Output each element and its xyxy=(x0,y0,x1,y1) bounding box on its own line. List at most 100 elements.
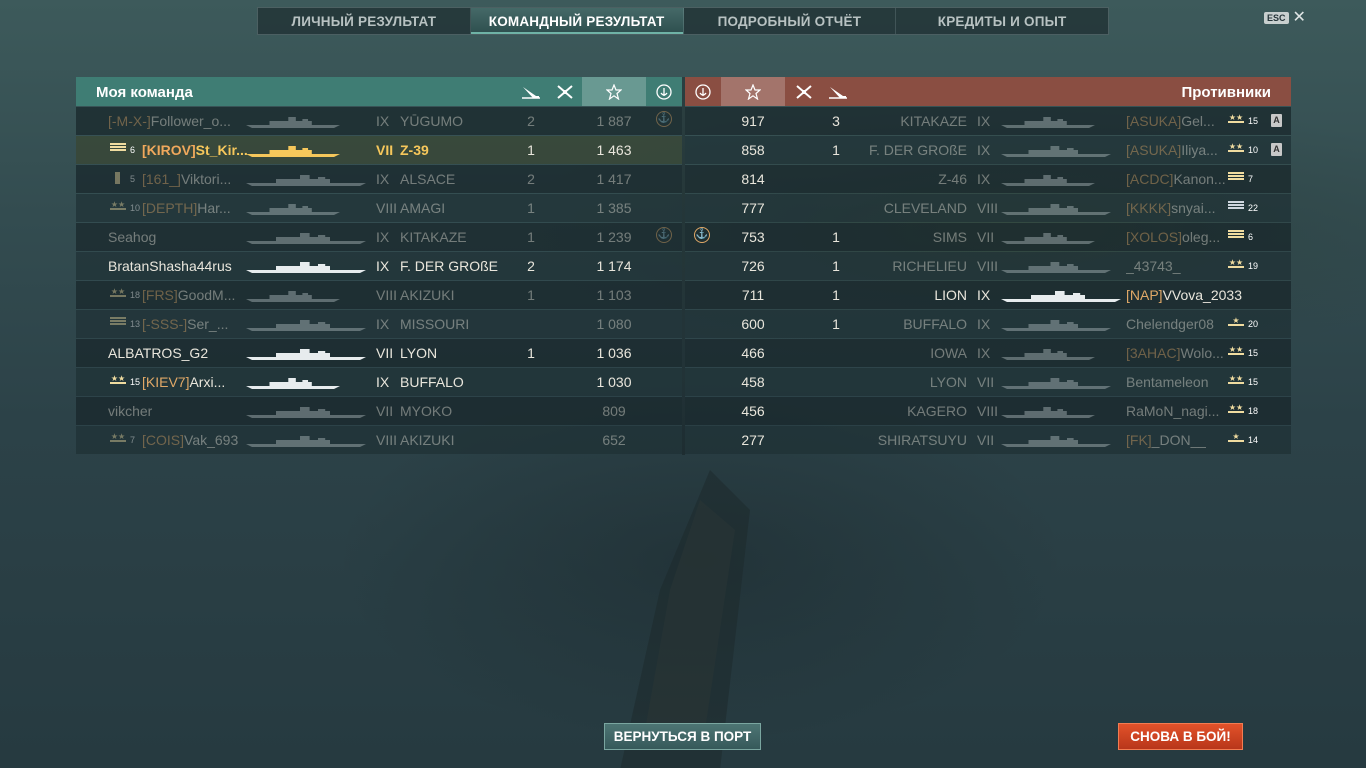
player-level: 20 xyxy=(1248,319,1259,329)
player-name: ALBATROS_G2 xyxy=(108,345,209,361)
kills-count: 2 xyxy=(527,171,535,187)
table-row[interactable]: 13 [-SSS-]Ser_... IX MISSOURI 1 080 600 1 BUFFA… xyxy=(76,310,1291,339)
anchor-icon[interactable] xyxy=(648,77,680,106)
table-row[interactable]: ★★ 15 [KIEV7]Arxi... IX BUFFALO 1 030 458 LYON V… xyxy=(76,368,1291,397)
anchor-icon: ⚓ xyxy=(656,111,672,127)
kills-count: 1 xyxy=(527,229,535,245)
player-level: 10 xyxy=(1248,145,1259,155)
tab-detailed-report[interactable]: ПОДРОБНЫЙ ОТЧЁТ xyxy=(684,8,897,34)
kills-count: 2 xyxy=(527,258,535,274)
rank-icon: ★★ xyxy=(110,374,126,384)
clan-tag: [KKKK] xyxy=(1126,200,1172,216)
ship-silhouette-icon xyxy=(1001,260,1111,276)
ship-name: F. DER GROßE xyxy=(868,142,967,158)
ship-tier: VIII xyxy=(376,200,398,216)
enemy-anchor-icon[interactable] xyxy=(687,77,719,106)
player-name: vikcher xyxy=(108,403,153,419)
table-row[interactable]: Seahog IX KITAKAZE 1 1 239 ⚓ ⚓ 753 1 SIMS VII [XOLO… xyxy=(76,223,1291,252)
kills-count: 1 xyxy=(832,258,840,274)
ship-name: MYOKO xyxy=(400,403,453,419)
kills-count: 1 xyxy=(832,287,840,303)
rank-icon: ★★ xyxy=(110,432,126,442)
table-row[interactable]: ★★ 18 [FRS]GoodM... VIII AKIZUKI 1 1 103 711 1 LI… xyxy=(76,281,1291,310)
rank-icon: ★★ xyxy=(1228,258,1244,268)
ship-tier: IX xyxy=(376,374,390,390)
star-icon[interactable] xyxy=(582,77,646,106)
score-value: 809 xyxy=(602,403,626,419)
table-row[interactable]: ★★ 7 [COIS]Vak_693 VIII AKIZUKI 652 277 SHIRATS… xyxy=(76,426,1291,455)
battle-again-button[interactable]: СНОВА В БОЙ! xyxy=(1118,723,1243,750)
enemy-star-icon[interactable] xyxy=(721,77,785,106)
table-row[interactable]: BratanShasha44rus IX F. DER GROßE 2 1 174 726… xyxy=(76,252,1291,281)
rank-icon: ★★ xyxy=(1228,374,1244,384)
score-value: 1 239 xyxy=(596,229,632,245)
table-row[interactable]: ★★ 10 [DEPTH]Har... VIII AMAGI 1 1 385 777 CLEVE… xyxy=(76,194,1291,223)
player-name: VVova_2033 xyxy=(1162,287,1242,303)
table-row[interactable]: 6 [KIROV]St_Kir... VII Z-39 1 1 463 858 1 F. DER… xyxy=(76,136,1291,165)
player-level: 13 xyxy=(130,319,141,329)
rank-icon: ★ xyxy=(1228,433,1244,447)
player-level: 7 xyxy=(1248,174,1254,184)
ship-name: MISSOURI xyxy=(400,316,470,332)
ship-tier: IX xyxy=(376,316,390,332)
table-row[interactable]: [-M-X-]Follower_o... IX YŪGUMO 2 1 887 ⚓ 917 3 K… xyxy=(76,107,1291,136)
ship-silhouette-icon xyxy=(246,434,366,450)
my-team-header: Моя команда xyxy=(76,77,682,106)
results-tabs: ЛИЧНЫЙ РЕЗУЛЬТАТ КОМАНДНЫЙ РЕЗУЛЬТАТ ПОД… xyxy=(257,7,1109,35)
player-name: St_Kir... xyxy=(195,142,248,158)
table-row[interactable]: 5 [161_]Viktori... IX ALSACE 2 1 417 814 Z-46 IX… xyxy=(76,165,1291,194)
player-level: 22 xyxy=(1248,203,1259,213)
close-button[interactable]: ESC ✕ xyxy=(1264,9,1306,26)
score-value: 1 174 xyxy=(596,258,632,274)
player-name: Chelendger08 xyxy=(1126,316,1214,332)
ship-name: KITAKAZE xyxy=(400,229,467,245)
ship-tier: VII xyxy=(977,432,995,448)
rank-icon xyxy=(110,172,120,186)
rank-icon: ★★ xyxy=(1228,403,1244,413)
ship-silhouette-icon xyxy=(1001,347,1095,363)
table-row[interactable]: ALBATROS_G2 VII LYON 1 1 036 466 IOWA IX [3AHAC]… xyxy=(76,339,1291,368)
tab-credits-experience[interactable]: КРЕДИТЫ И ОПЫТ xyxy=(896,8,1108,34)
kills-count: 1 xyxy=(832,229,840,245)
player-name: _DON__ xyxy=(1151,432,1207,448)
rank-icon: ★★ xyxy=(1228,113,1244,123)
table-row[interactable]: vikcher VII MYOKO 809 456 KAGERO VIII RaMoN_nag… xyxy=(76,397,1291,426)
ship-silhouette-icon xyxy=(1001,434,1111,450)
return-to-port-button[interactable]: ВЕРНУТЬСЯ В ПОРТ xyxy=(604,723,761,750)
tab-personal-result[interactable]: ЛИЧНЫЙ РЕЗУЛЬТАТ xyxy=(258,8,471,34)
clan-tag: [KIEV7] xyxy=(142,374,190,390)
player-level: 18 xyxy=(1248,406,1259,416)
close-icon: ✕ xyxy=(1292,9,1306,26)
score-value: 1 030 xyxy=(596,374,632,390)
player-name: Ser_... xyxy=(187,316,229,332)
ship-silhouette-icon xyxy=(246,376,340,392)
score-value: 753 xyxy=(741,229,765,245)
torpedo-icon[interactable] xyxy=(516,77,546,106)
ship-name: IOWA xyxy=(930,345,967,361)
ship-tier: IX xyxy=(977,171,991,187)
ship-name: LYON xyxy=(400,345,438,361)
player-name: Iliya... xyxy=(1181,142,1218,158)
tab-team-result[interactable]: КОМАНДНЫЙ РЕЗУЛЬТАТ xyxy=(470,8,684,34)
score-value: 1 385 xyxy=(596,200,632,216)
enemy-kills-icon[interactable] xyxy=(789,77,819,106)
player-level: 18 xyxy=(130,290,141,300)
kills-icon[interactable] xyxy=(550,77,580,106)
ship-tier: VIII xyxy=(977,258,999,274)
ship-silhouette-icon xyxy=(1001,376,1111,392)
ship-name: LYON xyxy=(929,374,967,390)
enemy-torpedo-icon[interactable] xyxy=(823,77,853,106)
player-name: BratanShasha44rus xyxy=(108,258,232,274)
ship-name: AKIZUKI xyxy=(400,287,455,303)
rank-icon: ★★ xyxy=(1228,345,1244,355)
ship-tier: IX xyxy=(977,316,991,332)
score-value: 466 xyxy=(741,345,765,361)
ship-tier: IX xyxy=(376,113,390,129)
rank-icon: ★★ xyxy=(1228,142,1244,152)
score-value: 1 463 xyxy=(596,142,632,158)
ship-name: KAGERO xyxy=(907,403,967,419)
ship-silhouette-icon xyxy=(246,231,366,247)
player-name: _43743_ xyxy=(1126,258,1181,274)
score-value: 711 xyxy=(741,287,765,303)
clan-tag: [NAP] xyxy=(1126,287,1163,303)
